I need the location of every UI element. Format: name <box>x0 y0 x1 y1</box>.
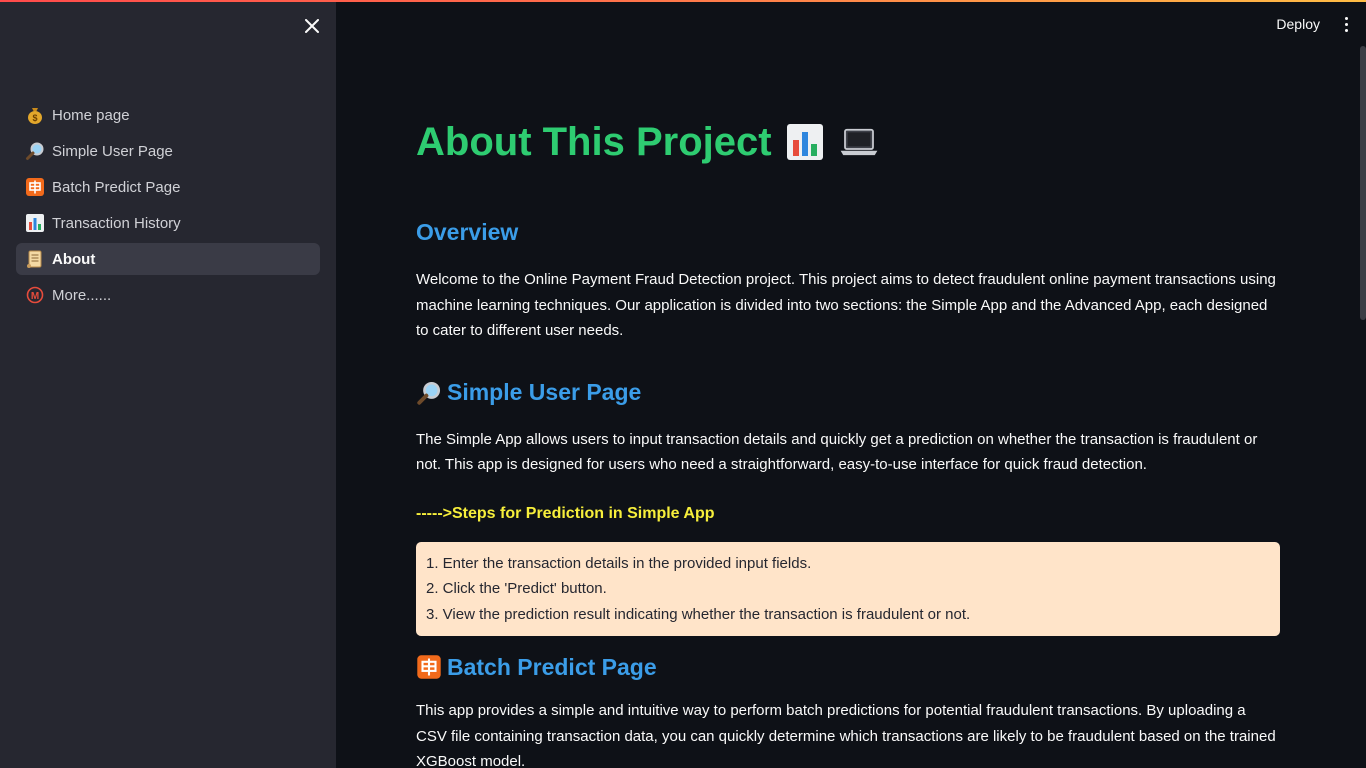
batch-predict-heading-text: Batch Predict Page <box>447 653 657 680</box>
page-content: About This Project Overview Welcome to t… <box>416 110 1280 768</box>
step-item: 2. Click the 'Predict' button. <box>426 580 607 597</box>
main-menu-button[interactable] <box>1338 14 1354 34</box>
svg-text:M: M <box>31 291 39 302</box>
sidebar-item-label: Batch Predict Page <box>52 178 181 196</box>
overview-heading-text: Overview <box>416 218 519 245</box>
page-title: About This Project <box>416 110 1280 174</box>
sidebar-item-home[interactable]: $ Home page <box>16 99 320 131</box>
sidebar-item-about[interactable]: About <box>16 243 320 275</box>
sidebar-item-label: Simple User Page <box>52 142 173 160</box>
overview-heading: Overview <box>416 215 1280 249</box>
magnifier-icon <box>25 141 45 161</box>
page-title-text: About This Project <box>416 119 772 164</box>
scroll-icon <box>25 249 45 269</box>
simple-user-heading-text: Simple User Page <box>447 379 642 405</box>
batch-predict-text: This app provides a simple and intuitive… <box>416 702 1276 768</box>
overview-text: Welcome to the Online Payment Fraud Dete… <box>416 271 1276 339</box>
sidebar-nav: $ Home page Simple User Page Batch Predi… <box>16 99 320 315</box>
sidebar-item-simple-user[interactable]: Simple User Page <box>16 135 320 167</box>
kebab-dot <box>1344 16 1348 20</box>
sidebar-item-label: About <box>52 250 96 268</box>
simple-user-text: The Simple App allows users to input tra… <box>416 430 1258 474</box>
sidebar-item-label: Home page <box>52 106 130 124</box>
kebab-dot <box>1344 22 1348 26</box>
steps-heading: ----->Steps for Prediction in Simple App <box>416 504 715 522</box>
circled-m-icon: M <box>25 285 45 305</box>
step-item: 1. Enter the transaction details in the … <box>426 554 812 572</box>
bar-chart-icon <box>25 213 45 233</box>
money-bag-icon: $ <box>25 105 45 125</box>
steps-box: 1. Enter the transaction details in the … <box>416 541 1280 636</box>
sidebar-item-transaction-history[interactable]: Transaction History <box>16 207 320 239</box>
svg-text:$: $ <box>32 113 37 123</box>
deploy-button[interactable]: Deploy <box>1272 12 1324 36</box>
close-icon <box>305 19 319 33</box>
bar-chart-icon <box>784 122 826 162</box>
sidebar-item-batch-predict[interactable]: Batch Predict Page <box>16 171 320 203</box>
top-accent-bar <box>0 0 1366 2</box>
sidebar: $ Home page Simple User Page Batch Predi… <box>0 0 336 768</box>
sidebar-item-more[interactable]: M More...... <box>16 279 320 311</box>
main-content: Deploy About This Project Overview Welco… <box>336 0 1366 768</box>
close-sidebar-button[interactable] <box>300 14 324 38</box>
batch-icon <box>416 654 442 680</box>
simple-user-heading: Simple User Page <box>416 375 1280 411</box>
magnifier-icon <box>416 380 442 406</box>
batch-icon <box>25 177 45 197</box>
step-item: 3. View the prediction result indicating… <box>426 605 971 623</box>
header-actions: Deploy <box>1272 10 1354 38</box>
laptop-icon <box>838 122 880 162</box>
batch-predict-heading: Batch Predict Page <box>416 650 1280 684</box>
sidebar-item-label: Transaction History <box>52 214 181 232</box>
scrollbar[interactable] <box>1360 46 1366 320</box>
sidebar-item-label: More...... <box>52 286 112 304</box>
kebab-dot <box>1344 28 1348 32</box>
